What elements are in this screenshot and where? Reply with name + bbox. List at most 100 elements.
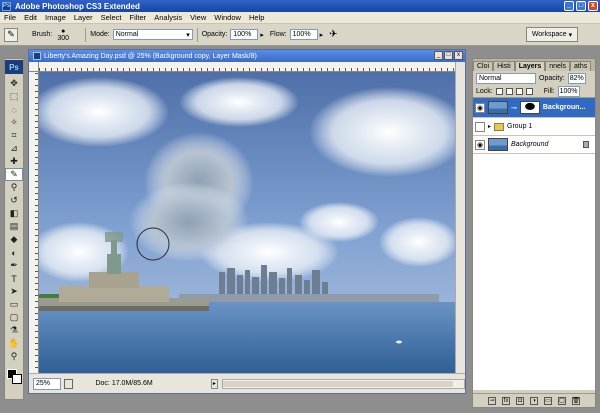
- document-close-button[interactable]: x: [454, 51, 463, 60]
- visibility-eye-icon[interactable]: ◉: [475, 139, 485, 150]
- workspace-button[interactable]: Workspace ▾: [526, 27, 578, 42]
- eraser-icon[interactable]: ◧: [5, 207, 23, 220]
- layer-row-background-copy[interactable]: ◉ ⊸ Backgroun...: [473, 98, 595, 118]
- visibility-eye-icon[interactable]: [475, 121, 485, 132]
- folder-icon[interactable]: ▭: [544, 396, 552, 405]
- brush-preset-picker[interactable]: ● 300: [55, 28, 71, 42]
- folder-icon: [494, 122, 505, 131]
- healing-icon[interactable]: ✚: [5, 155, 23, 168]
- layer-row-group-1[interactable]: ▸ Group 1: [473, 118, 595, 136]
- type-icon[interactable]: T: [5, 272, 23, 285]
- menu-help[interactable]: Help: [249, 13, 264, 22]
- horizontal-scrollbar[interactable]: [222, 378, 465, 389]
- tab-paths[interactable]: aths: [570, 61, 592, 71]
- vertical-scrollbar[interactable]: [455, 62, 465, 374]
- brush-size: 300: [57, 34, 70, 42]
- fill-input[interactable]: 100%: [557, 85, 580, 97]
- eyedropper2-icon[interactable]: ⚗: [5, 324, 23, 337]
- image-canvas[interactable]: [39, 72, 455, 374]
- menu-layer[interactable]: Layer: [74, 13, 93, 22]
- layer-row-background[interactable]: ◉ Background: [473, 136, 595, 154]
- document-minimize-button[interactable]: _: [434, 51, 443, 60]
- close-button[interactable]: x: [588, 1, 598, 11]
- zoom-icon[interactable]: ⚲: [5, 350, 23, 363]
- blend-mode-select[interactable]: Normal: [476, 72, 536, 84]
- gradient-icon[interactable]: ▤: [5, 220, 23, 233]
- link-icon[interactable]: ⊸: [488, 396, 496, 405]
- scroll-thumb[interactable]: [223, 380, 454, 387]
- adjustment-icon[interactable]: ◑: [530, 396, 538, 405]
- brush-icon[interactable]: ✎: [5, 168, 23, 181]
- mask-link-icon[interactable]: ⊸: [511, 104, 517, 112]
- menu-edit[interactable]: Edit: [24, 13, 37, 22]
- background-color[interactable]: [12, 374, 22, 384]
- fill-label: Fill:: [543, 87, 555, 95]
- color-swatches[interactable]: [5, 367, 23, 387]
- maximize-button[interactable]: □: [576, 1, 586, 11]
- layer-list: ◉ ⊸ Backgroun... ▸ Group 1 ◉ Background: [473, 98, 595, 390]
- lock-all-icon[interactable]: [525, 87, 533, 95]
- lock-transparency-icon[interactable]: [495, 87, 503, 95]
- zoom-input[interactable]: 25%: [33, 377, 62, 390]
- app-title-bar: Ps Adobe Photoshop CS3 Extended _ □ x: [0, 0, 600, 12]
- notes-icon[interactable]: ▢: [5, 311, 23, 324]
- tab-layers[interactable]: Layers: [514, 61, 546, 71]
- divider: [85, 27, 87, 42]
- flow-input[interactable]: 100%: [289, 29, 318, 40]
- eyedropper-icon[interactable]: ⊿: [5, 142, 23, 155]
- hand-icon[interactable]: ✋: [5, 337, 23, 350]
- tab-clone-source[interactable]: Cloi: [473, 61, 494, 71]
- mode-select[interactable]: Normal ▾: [112, 29, 193, 40]
- opacity-input[interactable]: 100%: [230, 29, 259, 40]
- airbrush-icon[interactable]: ✈: [329, 29, 337, 40]
- menu-analysis[interactable]: Analysis: [154, 13, 182, 22]
- new-layer-icon[interactable]: ▢: [558, 396, 566, 405]
- workspace-label: Workspace: [531, 31, 567, 38]
- visibility-eye-icon[interactable]: ◉: [475, 102, 485, 113]
- layer-opacity-input[interactable]: 82%: [567, 72, 586, 84]
- layer-name: Group 1: [507, 123, 533, 130]
- document-maximize-button[interactable]: □: [444, 51, 453, 60]
- tool-preset-brush-icon[interactable]: ✎: [4, 27, 18, 42]
- magic-wand-icon[interactable]: ✧: [5, 116, 23, 129]
- ruler-corner[interactable]: [29, 62, 39, 72]
- blend-mode-value: Normal: [479, 74, 502, 82]
- menu-view[interactable]: View: [190, 13, 206, 22]
- tab-history[interactable]: Histi: [493, 61, 515, 71]
- flow-slider-arrow-icon[interactable]: ▸: [320, 31, 324, 39]
- layers-panel: Cloi Histi Layers nnels aths Normal Opac…: [472, 58, 596, 408]
- expand-triangle-icon[interactable]: ▸: [488, 123, 491, 130]
- dodge-icon[interactable]: ◐: [5, 246, 23, 259]
- status-options-icon[interactable]: [64, 378, 74, 389]
- fx-icon[interactable]: fx: [502, 396, 510, 405]
- clone-stamp-icon[interactable]: ⚲: [5, 181, 23, 194]
- tab-channels[interactable]: nnels: [545, 61, 570, 71]
- vertical-ruler[interactable]: [29, 72, 39, 374]
- photoshop-logo: Ps: [5, 60, 23, 74]
- menu-window[interactable]: Window: [214, 13, 241, 22]
- lasso-icon[interactable]: ◌: [5, 103, 23, 116]
- lock-position-icon[interactable]: [515, 87, 523, 95]
- history-brush-icon[interactable]: ↺: [5, 194, 23, 207]
- blur-icon[interactable]: ◆: [5, 233, 23, 246]
- trash-icon[interactable]: 🗑: [572, 396, 580, 405]
- menu-image[interactable]: Image: [45, 13, 66, 22]
- document-title-bar[interactable]: Liberty's Amazing Day.psd @ 25% (Backgro…: [29, 50, 465, 62]
- minimize-button[interactable]: _: [564, 1, 574, 11]
- blend-row: Normal Opacity: 82%: [473, 71, 595, 85]
- status-menu-arrow-icon[interactable]: ▸: [210, 378, 219, 389]
- lock-pixels-icon[interactable]: [505, 87, 513, 95]
- pen-icon[interactable]: ✒: [5, 259, 23, 272]
- menu-filter[interactable]: Filter: [130, 13, 147, 22]
- menu-file[interactable]: File: [4, 13, 16, 22]
- move-icon[interactable]: ✥: [5, 77, 23, 90]
- opacity-slider-arrow-icon[interactable]: ▸: [260, 31, 264, 39]
- menu-select[interactable]: Select: [101, 13, 122, 22]
- path-select-icon[interactable]: ➤: [5, 285, 23, 298]
- horizontal-ruler[interactable]: [39, 62, 455, 72]
- shape-icon[interactable]: ▭: [5, 298, 23, 311]
- marquee-icon[interactable]: ⬚: [5, 90, 23, 103]
- crop-icon[interactable]: ⌗: [5, 129, 23, 142]
- mask-icon[interactable]: ◘: [516, 396, 524, 405]
- layer-mask-thumbnail[interactable]: [519, 101, 540, 114]
